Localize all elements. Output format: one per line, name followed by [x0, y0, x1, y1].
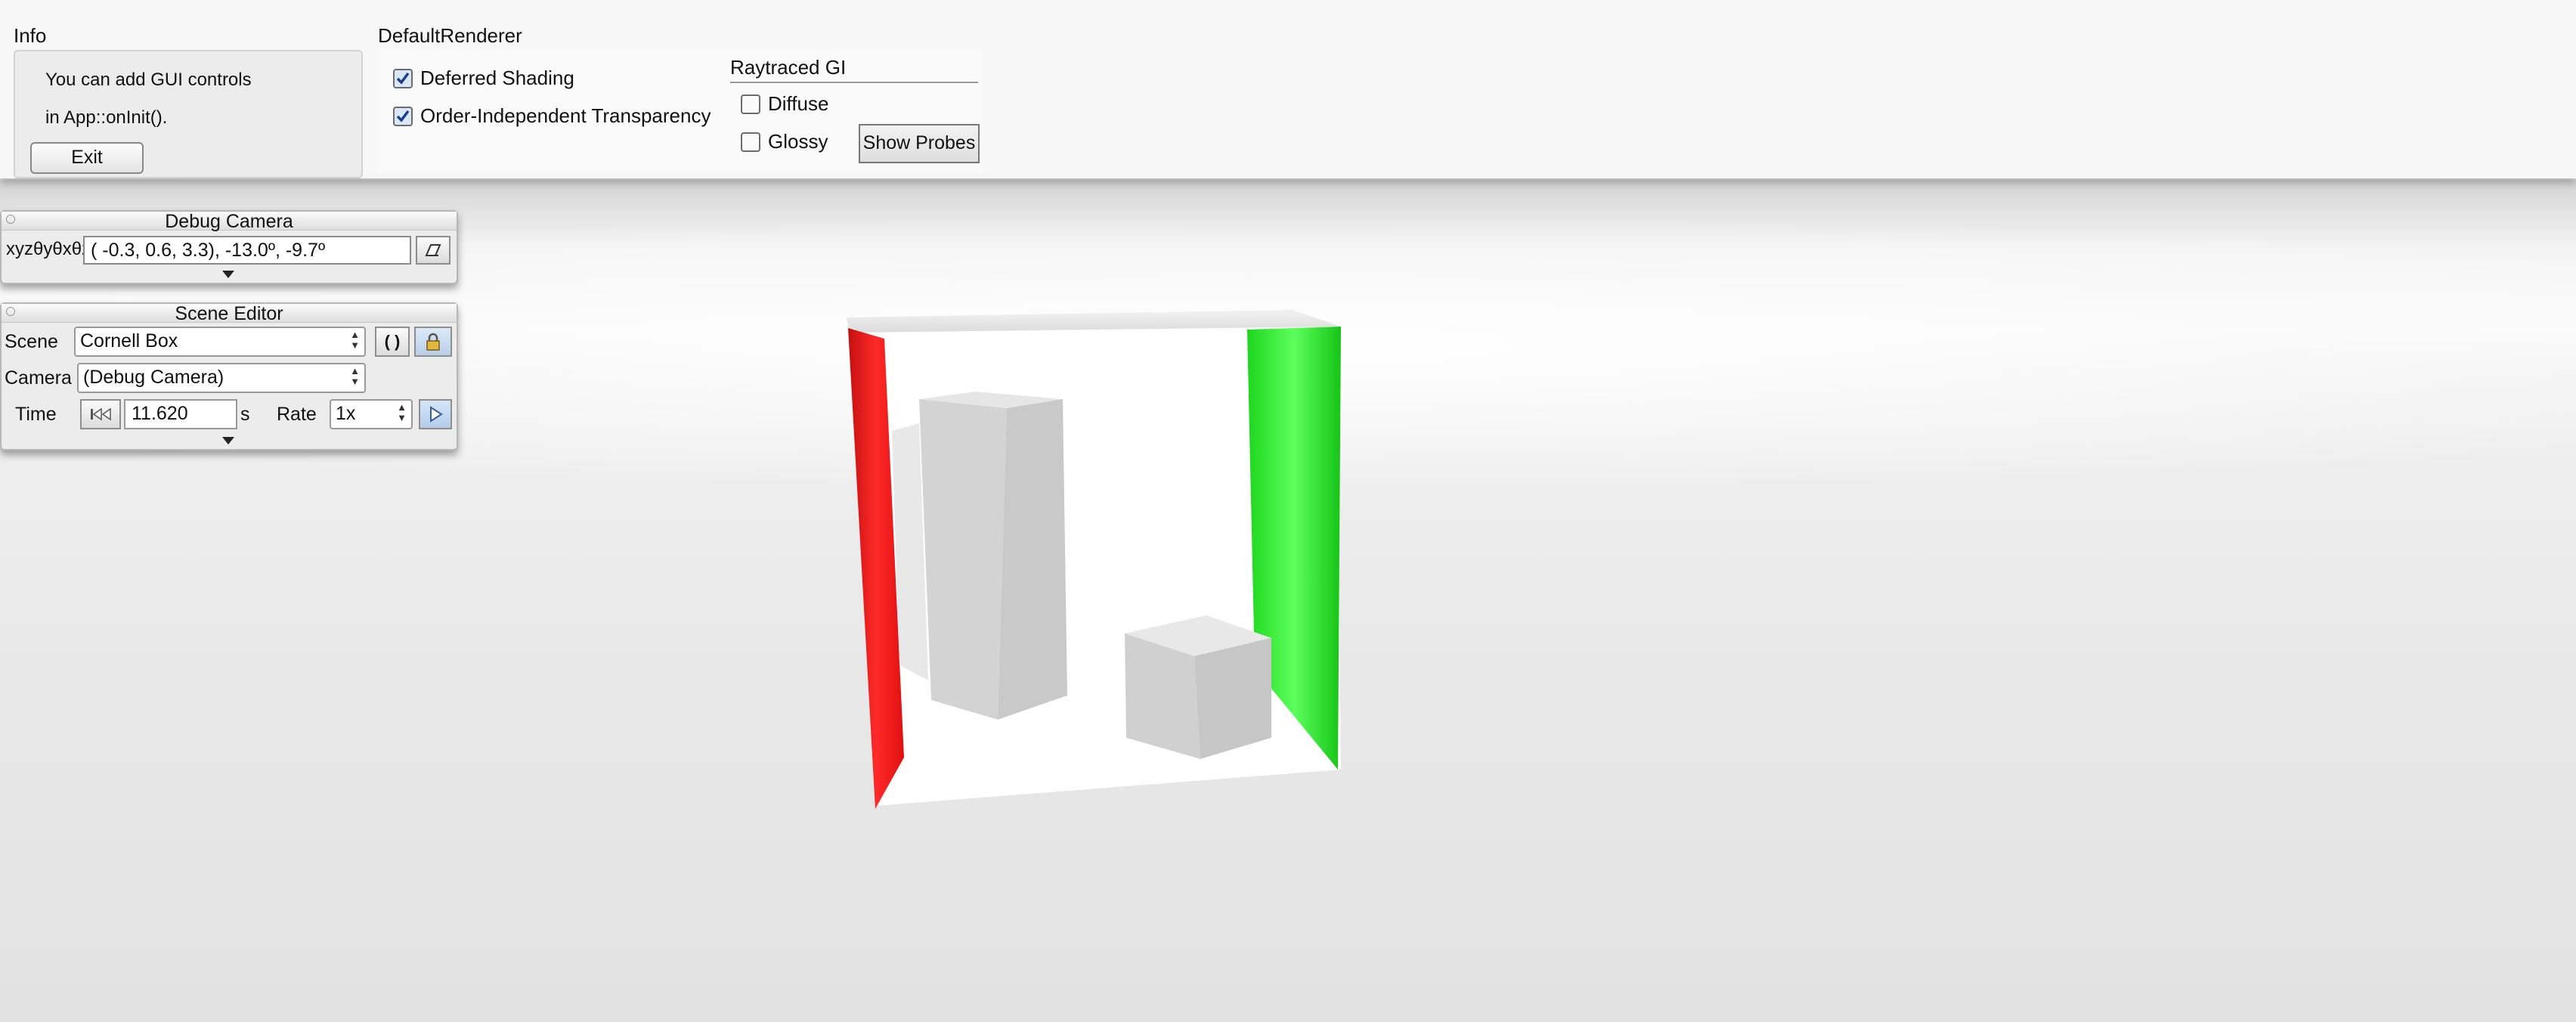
debug-camera-window: Debug Camera xyzθyθxθz ( -0.3, 0.6, 3.3)… [0, 210, 458, 284]
close-icon[interactable] [6, 307, 15, 316]
close-icon[interactable] [6, 215, 15, 224]
deferred-shading-checkbox[interactable] [393, 68, 413, 88]
diffuse-checkbox[interactable] [741, 94, 760, 114]
reload-icon[interactable]: ( ) [375, 327, 410, 357]
glossy-label: Glossy [768, 130, 828, 153]
camera-frame-input[interactable]: ( -0.3, 0.6, 3.3), -13.0º, -9.7º [83, 236, 411, 265]
oit-checkbox[interactable] [393, 106, 413, 126]
scene-label: Scene [5, 331, 58, 352]
time-input[interactable]: 11.620 [124, 399, 237, 429]
tall-block-right [998, 399, 1067, 720]
diffuse-label: Diffuse [768, 92, 829, 115]
expand-arrow-icon[interactable] [222, 437, 234, 444]
scene-editor-titlebar[interactable]: Scene Editor [2, 303, 457, 324]
time-unit-label: s [240, 404, 250, 425]
info-pane-title: Info [14, 24, 47, 47]
rate-dropdown[interactable]: 1x ▲ ▼ [330, 399, 413, 429]
renderer-pane-title: DefaultRenderer [378, 24, 522, 47]
raytraced-gi-title: Raytraced GI [730, 56, 847, 79]
camera-dropdown-value: (Debug Camera) [83, 367, 224, 388]
time-label: Time [15, 404, 57, 425]
scene-dropdown-value: Cornell Box [80, 330, 178, 352]
info-text-line2: in App::onInit(). [45, 107, 168, 128]
scene-editor-window: Scene Editor Scene Cornell Box ▲ ▼ ( ) Ca… [0, 302, 458, 451]
glossy-checkbox[interactable] [741, 132, 760, 152]
play-icon[interactable] [419, 399, 452, 429]
top-dock: Info You can add GUI controls in App::on… [0, 0, 2576, 178]
oit-label: Order-Independent Transparency [420, 104, 711, 127]
debug-camera-titlebar[interactable]: Debug Camera [2, 212, 457, 231]
deferred-shading-label: Deferred Shading [420, 67, 574, 89]
rate-label: Rate [277, 404, 317, 425]
camera-label: Camera [5, 367, 72, 389]
scene-dropdown[interactable]: Cornell Box ▲ ▼ [74, 327, 366, 357]
camera-dropdown[interactable]: (Debug Camera) ▲ ▼ [77, 363, 366, 393]
dropdown-arrows-icon: ▲ ▼ [397, 401, 407, 423]
expand-arrow-icon[interactable] [222, 271, 234, 278]
dropdown-arrows-icon: ▲ ▼ [350, 329, 360, 351]
gi-divider [730, 82, 978, 83]
clipboard-icon[interactable] [416, 236, 450, 265]
lock-icon[interactable] [414, 327, 452, 357]
tall-block-left [919, 399, 1007, 720]
dropdown-arrows-icon: ▲ ▼ [350, 365, 360, 387]
exit-button[interactable]: Exit [30, 142, 144, 174]
rewind-icon[interactable] [80, 399, 121, 429]
scene-editor-title: Scene Editor [175, 303, 283, 324]
deferred-shading-row[interactable]: Deferred Shading [393, 67, 574, 90]
info-text-line1: You can add GUI controls [45, 70, 252, 90]
rate-dropdown-value: 1x [336, 403, 356, 424]
debug-camera-title: Debug Camera [165, 211, 293, 232]
camera-frame-label: xyzθyθxθz [6, 239, 91, 259]
short-block-side [1194, 638, 1271, 759]
oit-row[interactable]: Order-Independent Transparency [393, 104, 711, 128]
diffuse-row[interactable]: Diffuse [741, 92, 828, 116]
show-probes-button[interactable]: Show Probes [859, 124, 980, 163]
glossy-row[interactable]: Glossy [741, 130, 828, 153]
